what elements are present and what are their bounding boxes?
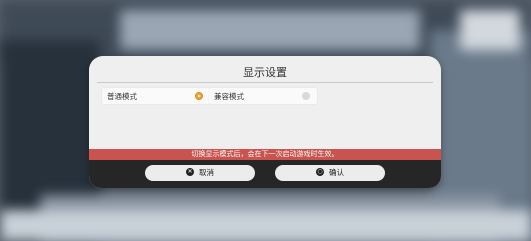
circle-x-icon: ✕: [186, 168, 194, 176]
confirm-button[interactable]: ○ 确认: [275, 165, 385, 181]
cancel-button-label: 取消: [199, 168, 214, 177]
notice-banner: 切换显示模式后，会在下一次启动游戏时生效。: [89, 149, 441, 160]
dialog-footer: ✕ 取消 ○ 确认: [89, 160, 441, 188]
cancel-button[interactable]: ✕ 取消: [145, 165, 255, 181]
display-settings-dialog: 显示设置 普通模式 兼容模式 切换显示模式后，会在下一次启动游戏时生效。 ✕ 取消…: [89, 56, 441, 188]
option-normal-mode[interactable]: 普通模式: [102, 88, 210, 104]
confirm-button-label: 确认: [329, 168, 344, 177]
radio-unselected-icon[interactable]: [302, 92, 310, 100]
option-compat-mode-label: 兼容模式: [214, 92, 244, 101]
option-compat-mode[interactable]: 兼容模式: [209, 88, 317, 104]
circle-o-icon: ○: [316, 168, 324, 176]
option-normal-mode-label: 普通模式: [107, 92, 137, 101]
radio-selected-icon[interactable]: [195, 92, 203, 100]
dialog-title: 显示设置: [243, 66, 287, 79]
title-divider: [97, 82, 433, 83]
